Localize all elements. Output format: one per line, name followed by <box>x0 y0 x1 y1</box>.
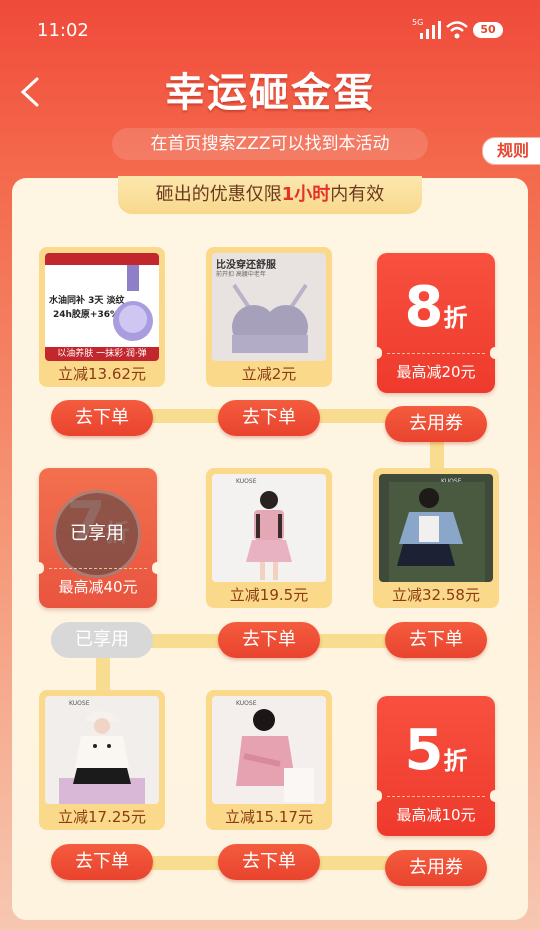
notice-prefix: 砸出的优惠仅限 <box>155 184 282 205</box>
used-stamp: 已享用 <box>53 490 141 578</box>
status-time: 11:02 <box>37 20 89 41</box>
image-banner <box>45 253 159 265</box>
coupon-value: 8折 <box>377 275 495 340</box>
coupon-notch <box>152 562 162 574</box>
product-image-sweater: KUOSE <box>212 696 326 804</box>
order-button[interactable]: 去下单 <box>51 400 153 436</box>
product-card[interactable]: 比没穿还舒服 前开扣 高腰中老年 立减2元 <box>206 247 332 387</box>
saving-text: 立减13.62元 <box>58 365 146 383</box>
brand-label: KUOSE <box>236 478 257 485</box>
coupon-divider <box>387 796 485 797</box>
product-image-outfit: KUOSE <box>212 474 326 582</box>
product-card[interactable]: KUOSE 立减32.58元 <box>373 468 499 608</box>
battery-indicator: 50 <box>473 22 503 38</box>
coupon-notch <box>34 562 44 574</box>
coupon-notch <box>372 790 382 802</box>
saving-text: 立减19.5元 <box>229 586 309 604</box>
order-button[interactable]: 去下单 <box>218 844 320 880</box>
use-coupon-button[interactable]: 去用券 <box>385 406 487 442</box>
saving-text: 立减32.58元 <box>392 586 480 604</box>
model-photo-icon <box>59 711 145 804</box>
coupon-divider <box>387 353 485 354</box>
signal-icon <box>420 21 441 39</box>
saving-text: 立减2元 <box>241 365 297 383</box>
discount-coupon[interactable]: 8折 最高减20元 <box>372 253 500 393</box>
discount-coupon-used: 7折 已享用 最高减40元 <box>34 468 162 608</box>
product-image-serum: 水油同补 3天 淡纹 24h胶原+36% 以油养肤 一抹彩·润·弹 <box>45 253 159 361</box>
product-image-denim: KUOSE <box>379 474 493 582</box>
saving-text: 立减15.17元 <box>225 808 313 826</box>
activity-hint: 在首页搜索ZZZ可以找到本活动 <box>112 128 428 160</box>
coupon-value-unit: 折 <box>443 747 468 775</box>
coupon-value-number: 5 <box>404 718 444 783</box>
validity-notice: 砸出的优惠仅限1小时内有效 <box>118 176 422 214</box>
model-photo-icon <box>246 491 292 580</box>
wifi-icon <box>446 21 468 39</box>
rules-button[interactable]: 规则 <box>482 137 540 165</box>
brand-label: KUOSE <box>69 700 90 707</box>
coupon-max: 最高减40元 <box>58 578 138 596</box>
product-image-bra: 比没穿还舒服 前开扣 高腰中老年 <box>212 253 326 361</box>
product-card[interactable]: KUOSE 立减17.25元 <box>39 690 165 830</box>
order-button[interactable]: 去下单 <box>218 400 320 436</box>
image-footer: 以油养肤 一抹彩·润·弹 <box>45 347 159 361</box>
use-coupon-button[interactable]: 去用券 <box>385 850 487 886</box>
coupon-value-unit: 折 <box>443 304 468 332</box>
product-card[interactable]: KUOSE 立减19.5元 <box>206 468 332 608</box>
product-card[interactable]: 水油同补 3天 淡纹 24h胶原+36% 以油养肤 一抹彩·润·弹 立减13.6… <box>39 247 165 387</box>
discount-coupon[interactable]: 5折 最高减10元 <box>372 696 500 836</box>
coupon-max: 最高减10元 <box>396 806 476 824</box>
coupon-divider <box>49 568 147 569</box>
model-photo-icon <box>389 482 485 582</box>
serum-bottle-icon <box>113 265 153 341</box>
product-card[interactable]: KUOSE 立减15.17元 <box>206 690 332 830</box>
model-photo-icon <box>236 709 314 802</box>
saving-text: 立减17.25元 <box>58 808 146 826</box>
used-button: 已享用 <box>51 622 153 658</box>
coupon-notch <box>490 347 500 359</box>
notice-suffix: 内有效 <box>330 184 385 205</box>
product-image-cardigan: KUOSE <box>45 696 159 804</box>
coupon-notch <box>372 347 382 359</box>
order-button[interactable]: 去下单 <box>51 844 153 880</box>
coupon-max: 最高减20元 <box>396 363 476 381</box>
order-button[interactable]: 去下单 <box>218 622 320 658</box>
status-bar: 11:02 5G 50 <box>0 0 540 56</box>
coupon-notch <box>490 790 500 802</box>
bra-illustration-icon <box>232 283 308 353</box>
coupon-value: 5折 <box>377 718 495 783</box>
notice-highlight: 1小时 <box>281 184 331 205</box>
page-title: 幸运砸金蛋 <box>165 70 375 116</box>
order-button[interactable]: 去下单 <box>385 622 487 658</box>
coupon-value-number: 8 <box>404 275 444 340</box>
